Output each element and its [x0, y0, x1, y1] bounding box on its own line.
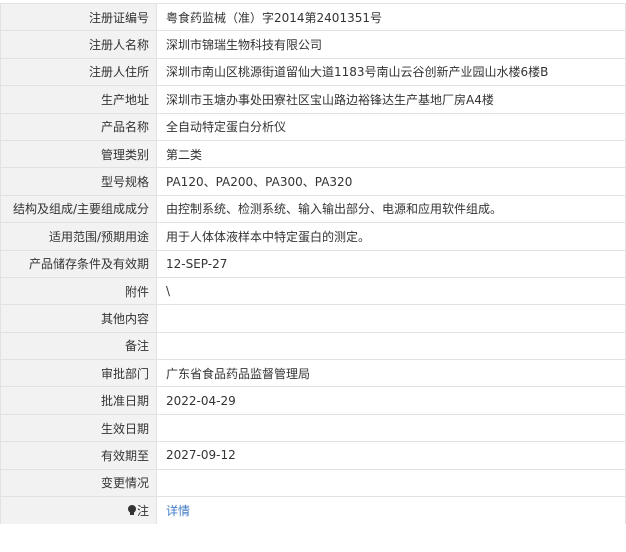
row-label: 注册证编号 [0, 2, 157, 32]
row-value: \ [156, 276, 626, 306]
row-value: 2022-04-29 [156, 386, 626, 415]
row-label: 注册人名称 [0, 30, 157, 59]
table-row: 备注 [0, 331, 626, 361]
table-row: 注册人住所 深圳市南山区桃源街道留仙大道1183号南山云谷创新产业园山水楼6楼B [0, 57, 626, 87]
table-row: 型号规格 PA120、PA200、PA300、PA320 [0, 167, 626, 196]
row-label: 审批部门 [0, 359, 157, 388]
row-label: 适用范围/预期用途 [0, 222, 157, 251]
table-row: 批准日期 2022-04-29 [0, 386, 626, 415]
row-label: 附件 [0, 276, 157, 306]
table-row: 注册证编号 粤食药监械（准）字2014第2401351号 [0, 2, 626, 32]
row-value [156, 413, 626, 443]
note-row: 注 详情 [0, 496, 626, 524]
note-value-cell: 详情 [156, 496, 626, 524]
row-label: 批准日期 [0, 386, 157, 415]
table-row: 变更情况 [0, 468, 626, 498]
note-label-cell: 注 [0, 496, 157, 524]
row-label: 产品名称 [0, 112, 157, 141]
registration-table: 注册证编号 粤食药监械（准）字2014第2401351号 注册人名称 深圳市锦瑞… [0, 2, 626, 524]
table-row: 结构及组成/主要组成成分 由控制系统、检测系统、输入输出部分、电源和应用软件组成… [0, 194, 626, 224]
row-value: 第二类 [156, 139, 626, 169]
table-row: 有效期至 2027-09-12 [0, 441, 626, 470]
table-row: 产品储存条件及有效期 12-SEP-27 [0, 249, 626, 278]
table-row: 审批部门 广东省食品药品监督管理局 [0, 359, 626, 388]
row-value: 全自动特定蛋白分析仪 [156, 112, 626, 141]
registration-table-body: 注册证编号 粤食药监械（准）字2014第2401351号 注册人名称 深圳市锦瑞… [0, 2, 626, 524]
table-row: 管理类别 第二类 [0, 139, 626, 169]
table-row: 产品名称 全自动特定蛋白分析仪 [0, 112, 626, 141]
row-label: 管理类别 [0, 139, 157, 169]
row-label: 型号规格 [0, 167, 157, 196]
table-row: 生效日期 [0, 413, 626, 443]
row-value: 粤食药监械（准）字2014第2401351号 [156, 2, 626, 32]
row-label: 备注 [0, 331, 157, 361]
details-link[interactable]: 详情 [166, 504, 190, 518]
row-label: 有效期至 [0, 441, 157, 470]
row-value: 深圳市锦瑞生物科技有限公司 [156, 30, 626, 59]
row-value [156, 468, 626, 498]
row-label: 产品储存条件及有效期 [0, 249, 157, 278]
row-value [156, 331, 626, 361]
row-value [156, 304, 626, 333]
table-row: 注册人名称 深圳市锦瑞生物科技有限公司 [0, 30, 626, 59]
row-value: 2027-09-12 [156, 441, 626, 470]
row-value: 用于人体体液样本中特定蛋白的测定。 [156, 222, 626, 251]
row-label: 其他内容 [0, 304, 157, 333]
row-label: 生效日期 [0, 413, 157, 443]
row-label: 生产地址 [0, 85, 157, 114]
row-value: 广东省食品药品监督管理局 [156, 359, 626, 388]
table-row: 其他内容 [0, 304, 626, 333]
table-row: 生产地址 深圳市玉塘办事处田寮社区宝山路边裕锋达生产基地厂房A4楼 [0, 85, 626, 114]
table-row: 附件 \ [0, 276, 626, 306]
row-value: 12-SEP-27 [156, 249, 626, 278]
table-row: 适用范围/预期用途 用于人体体液样本中特定蛋白的测定。 [0, 222, 626, 251]
row-label: 变更情况 [0, 468, 157, 498]
row-label: 注册人住所 [0, 57, 157, 87]
lightbulb-icon [127, 505, 136, 516]
row-value: PA120、PA200、PA300、PA320 [156, 167, 626, 196]
row-value: 由控制系统、检测系统、输入输出部分、电源和应用软件组成。 [156, 194, 626, 224]
note-label: 注 [136, 503, 149, 518]
row-label: 结构及组成/主要组成成分 [0, 194, 157, 224]
row-value: 深圳市玉塘办事处田寮社区宝山路边裕锋达生产基地厂房A4楼 [156, 85, 626, 114]
row-value: 深圳市南山区桃源街道留仙大道1183号南山云谷创新产业园山水楼6楼B [156, 57, 626, 87]
